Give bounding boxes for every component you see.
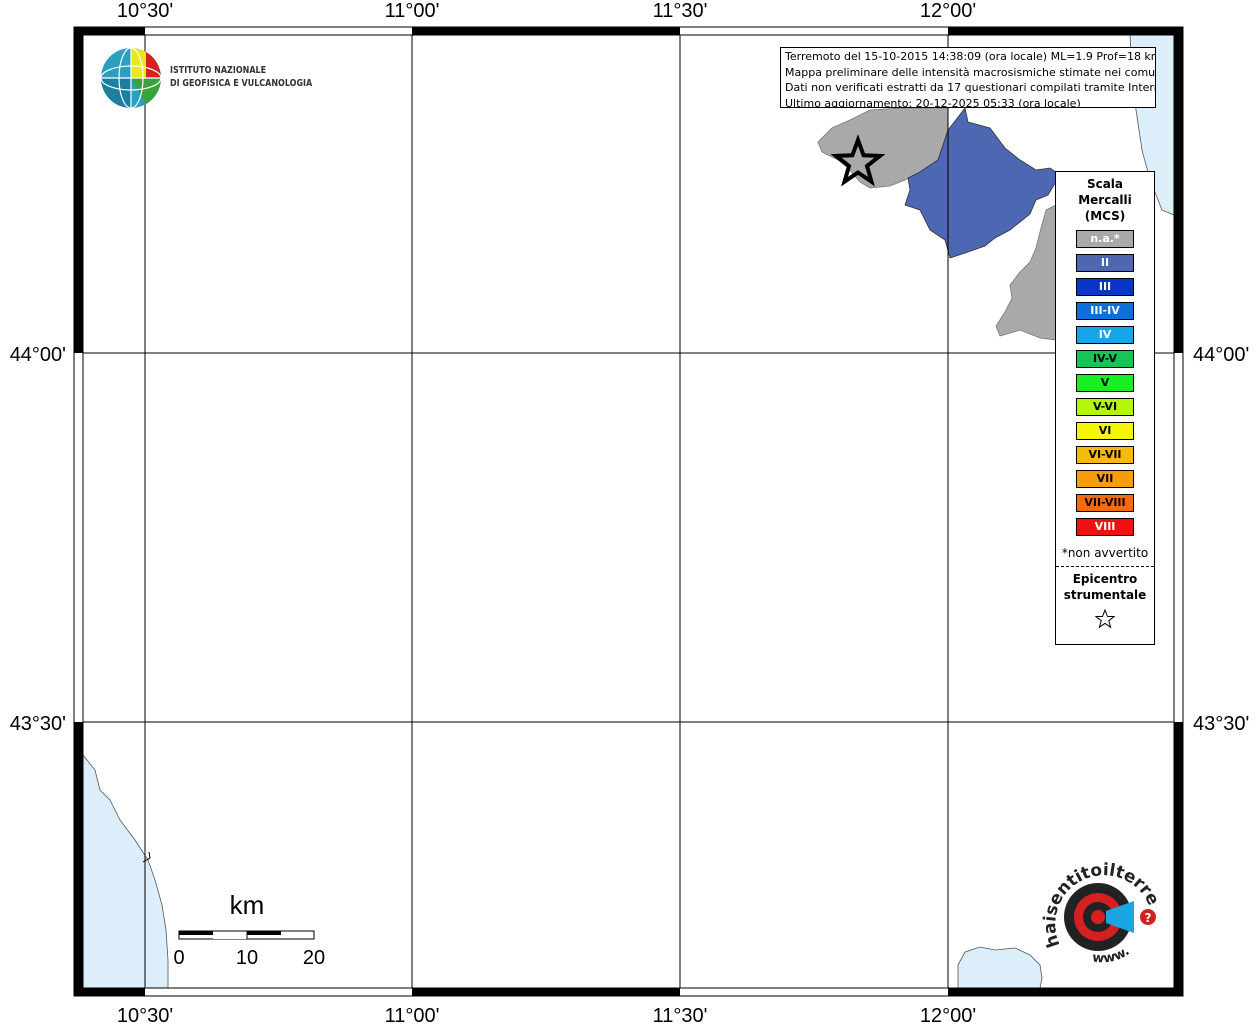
lat-tick-left-1: 44°00' <box>10 344 66 366</box>
legend-swatch: VIII <box>1076 518 1134 536</box>
legend-swatch: VII <box>1076 470 1134 488</box>
event-info-line4: Ultimo aggiornamento: 20-12-2025 05:33 (… <box>785 96 1081 108</box>
legend-swatch: VI <box>1076 422 1134 440</box>
ingv-logo-text: ISTITUTO NAZIONALE DI GEOFISICA E VULCAN… <box>170 64 312 90</box>
legend-swatch: V <box>1076 374 1134 392</box>
legend-swatch: V-VI <box>1076 398 1134 416</box>
hsit-question-mark: ? <box>1145 911 1152 925</box>
legend-swatch: IV-V <box>1076 350 1134 368</box>
lon-tick-top-4: 12°00' <box>920 0 976 22</box>
lon-tick-top-2: 11°00' <box>385 0 440 22</box>
lon-tick-bottom-3: 11°30' <box>653 1005 708 1024</box>
ingv-globe-logo-icon <box>100 47 162 109</box>
event-info-line1: Terremoto del 15-10-2015 14:38:09 (ora l… <box>785 50 1156 63</box>
lon-tick-bottom-4: 12°00' <box>920 1005 976 1024</box>
legend-swatch: III-IV <box>1076 302 1134 320</box>
legend-epicenter-label: Epicentro strumentale <box>1063 572 1147 602</box>
legend-swatch: III <box>1076 278 1134 296</box>
legend-swatch: II <box>1076 254 1134 272</box>
scale-bar-label-0: 0 <box>173 947 184 969</box>
lat-tick-left-2: 43°30' <box>10 713 66 735</box>
event-info-line2: Mappa preliminare delle intensità macros… <box>785 65 1156 79</box>
scale-bar-label-10: 10 <box>236 947 258 969</box>
hsit-logo: haisentitoilterremoto.it www. ? <box>1021 840 1163 975</box>
lat-tick-right-2: 43°30' <box>1193 713 1249 735</box>
scale-bar-label-20: 20 <box>303 947 325 969</box>
legend-star-icon <box>1056 608 1154 633</box>
event-info-box: Terremoto del 15-10-2015 14:38:09 (ora l… <box>780 47 1156 108</box>
legend-swatch: VII-VIII <box>1076 494 1134 512</box>
ingv-logo: ISTITUTO NAZIONALE DI GEOFISICA E VULCAN… <box>100 47 312 113</box>
ingv-logo-line1: ISTITUTO NAZIONALE <box>170 65 267 76</box>
legend-separator <box>1056 566 1154 567</box>
event-info-line3: Dati non verificati estratti da 17 quest… <box>785 81 1156 94</box>
legend-swatch: n.a.* <box>1076 230 1134 248</box>
lon-tick-bottom-2: 11°00' <box>385 1005 440 1024</box>
legend-title: Scala Mercalli (MCS) <box>1078 177 1132 223</box>
scale-bar-unit: km <box>230 890 265 920</box>
sea-bottom-left <box>82 753 169 989</box>
legend-note: *non avvertito <box>1061 546 1149 560</box>
lon-tick-top-3: 11°30' <box>653 0 708 22</box>
legend-swatch: VI-VII <box>1076 446 1134 464</box>
legend-swatch: IV <box>1076 326 1134 344</box>
legend-items: n.a.* II III III-IV IV IV-V V V-VI VI VI-VII VII VI… <box>1056 230 1154 536</box>
ingv-logo-line2: DI GEOFISICA E VULCANOLOGIA <box>170 78 313 89</box>
lat-tick-right-1: 44°00' <box>1193 344 1249 366</box>
lon-tick-top-1: 10°30' <box>117 0 173 22</box>
lon-tick-bottom-1: 10°30' <box>117 1005 173 1024</box>
mcs-legend: Scala Mercalli (MCS) n.a.* II III III-IV IV I… <box>1055 171 1155 645</box>
scale-bar: km 0 10 20 <box>170 885 340 970</box>
